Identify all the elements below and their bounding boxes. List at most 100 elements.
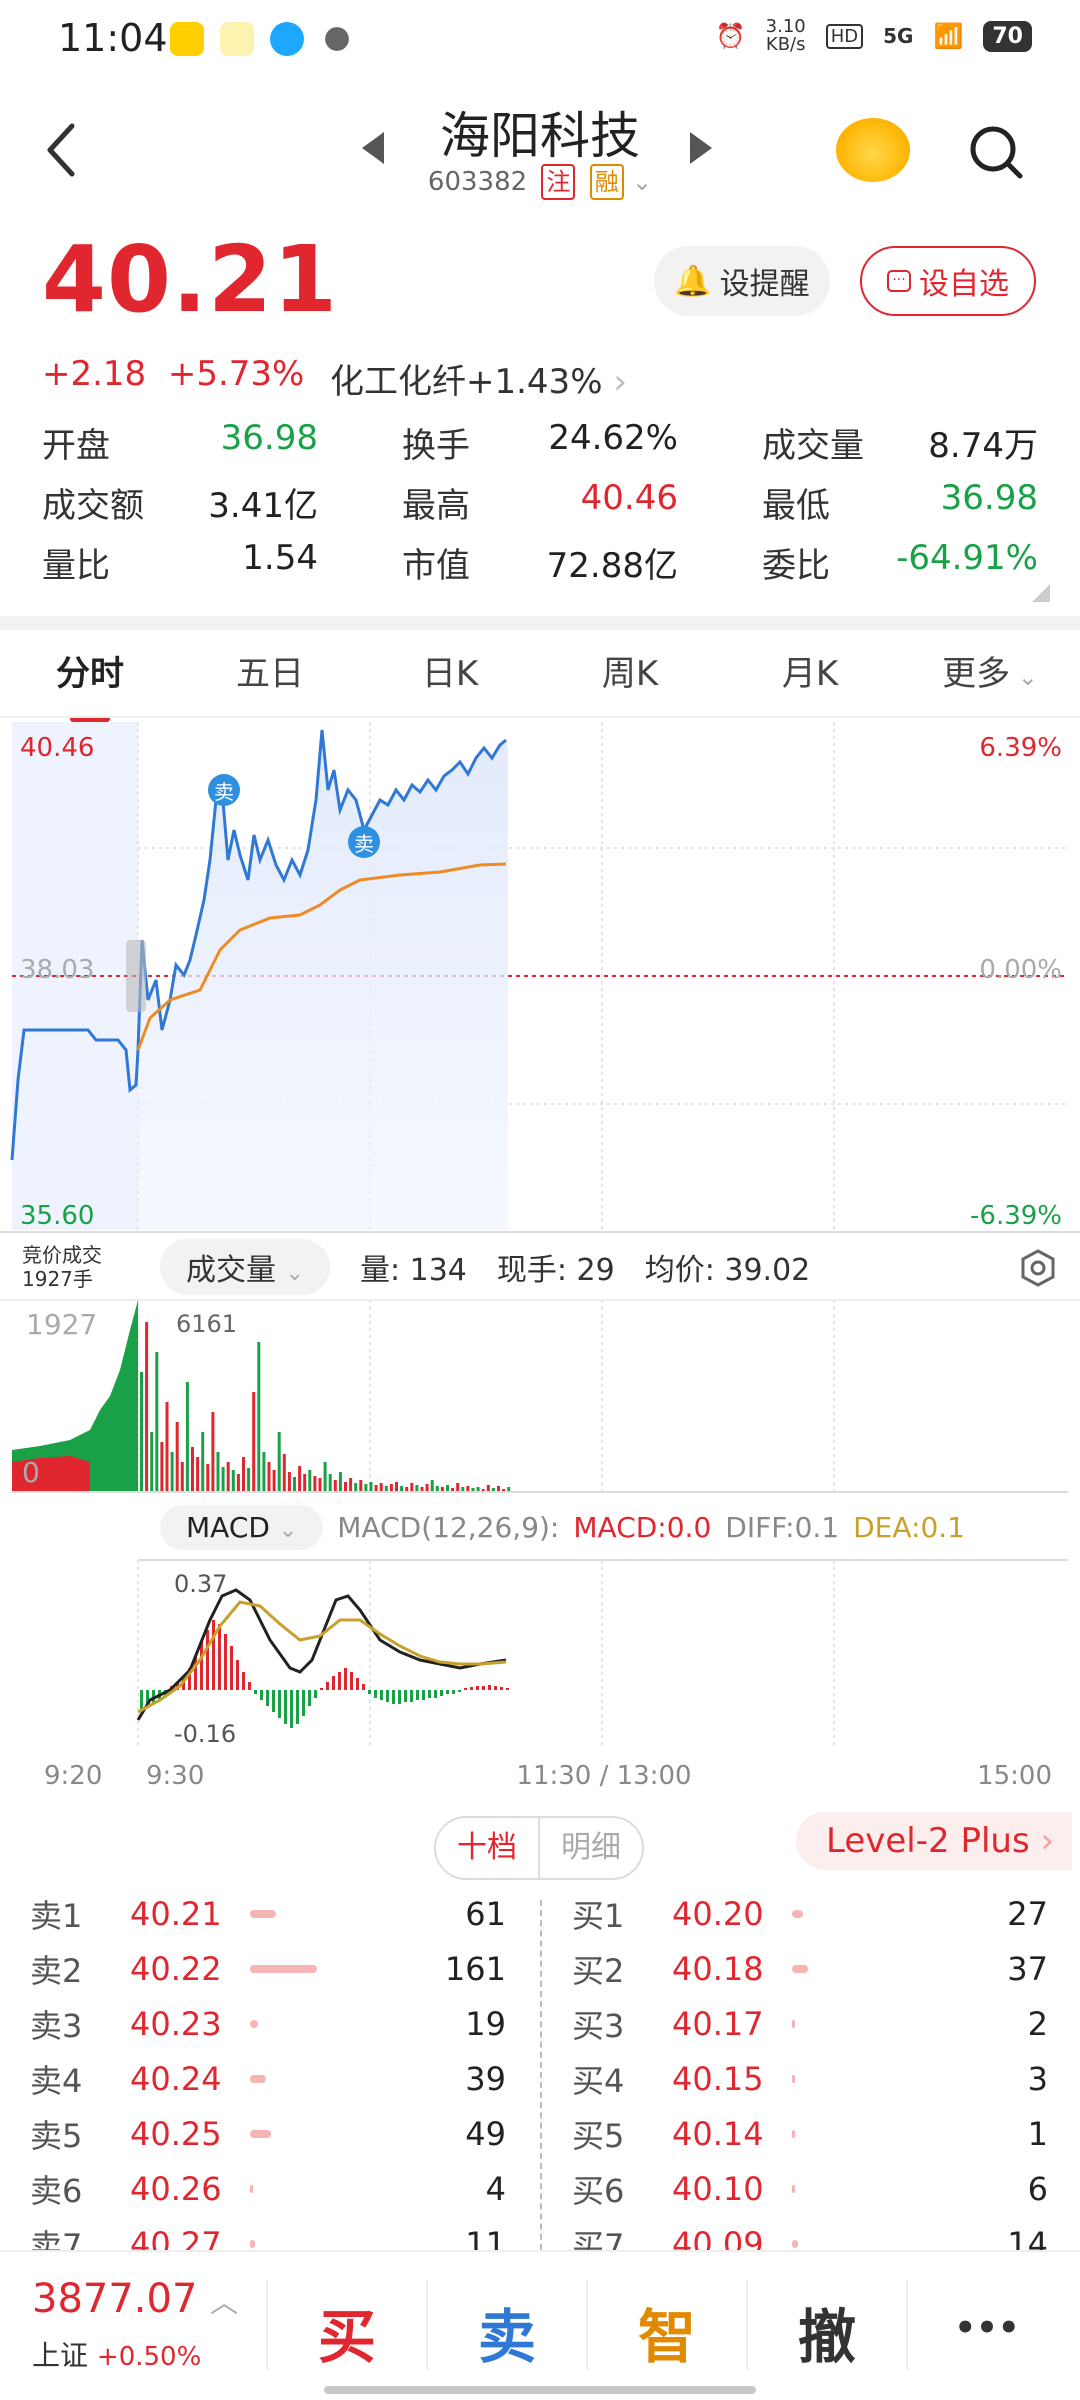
time-axis-label: 9:30	[146, 1761, 204, 1788]
macd-bar	[332, 1676, 335, 1690]
volume-bars	[140, 1322, 511, 1492]
search-icon[interactable]	[966, 122, 1026, 182]
order-book-toggle: 十档 明细	[434, 1816, 644, 1880]
level-volume-bar	[250, 2239, 255, 2248]
macd-bar	[242, 1672, 245, 1690]
sell-marker-text: 卖	[214, 780, 234, 804]
ask-row[interactable]: 卖5 40.25 49	[30, 2106, 506, 2161]
tab-details[interactable]: 明细	[540, 1818, 642, 1878]
stat-cell: 最高 40.46	[402, 478, 678, 527]
macd-bar	[446, 1690, 449, 1694]
macd-grid	[137, 1560, 835, 1748]
cancel-order-button[interactable]: 撤	[748, 2290, 906, 2374]
stat-value: 36.98	[940, 477, 1038, 518]
macd-bar	[140, 1690, 143, 1710]
mascot-icon[interactable]	[836, 118, 910, 182]
stat-row: 开盘 36.98 换手 24.62% 成交量 8.74万	[42, 412, 1038, 472]
ask-row[interactable]: 卖2 40.22 161	[30, 1941, 506, 1996]
volume-left-max: 1927	[26, 1308, 97, 1341]
volume-selector[interactable]: 成交量 ⌄	[160, 1239, 330, 1295]
stat-value: 8.74万	[928, 425, 1038, 466]
macd-bar	[218, 1624, 221, 1690]
level-price: 40.22	[130, 1949, 222, 1988]
tab-2[interactable]: 日K	[360, 640, 540, 716]
price-area	[138, 730, 508, 1230]
volume-bar	[364, 1484, 368, 1492]
macd-bar	[368, 1690, 371, 1694]
pct-low-label: -6.39%	[970, 1201, 1062, 1231]
volume-bar	[354, 1483, 358, 1492]
volume-bar	[430, 1480, 434, 1492]
tab-label: 月K	[781, 654, 839, 694]
bid-row[interactable]: 买1 40.20 27	[572, 1886, 1048, 1941]
more-menu-button[interactable]: •••	[908, 2308, 1066, 2348]
index-value[interactable]: 3877.07 ︿	[32, 2276, 238, 2322]
macd-bar	[428, 1690, 431, 1698]
level2-plus-button[interactable]: Level-2 Plus ›	[796, 1812, 1072, 1870]
status-time: 11:04	[58, 16, 168, 60]
tab-ten-levels[interactable]: 十档	[436, 1818, 540, 1878]
stat-row: 量比 1.54 市值 72.88亿 委比 -64.91%	[42, 532, 1038, 592]
home-indicator[interactable]	[324, 2386, 756, 2394]
buy-button[interactable]: 买	[268, 2290, 426, 2374]
price-change: +2.18 +5.73%	[42, 354, 304, 394]
volume-bar	[236, 1474, 240, 1492]
dea-line	[137, 1600, 507, 1714]
ask-row[interactable]: 卖3 40.23 19	[30, 1996, 506, 2051]
volume-bar	[242, 1457, 245, 1492]
level-price: 40.23	[130, 2004, 222, 2043]
sell-button[interactable]: 卖	[428, 2290, 586, 2374]
stock-code-row[interactable]: 603382 注 融 ⌄	[0, 164, 1080, 200]
level-label: 卖6	[30, 2171, 83, 2210]
tab-4[interactable]: 月K	[720, 640, 900, 716]
time-axis-label: 11:30 / 13:00	[516, 1761, 691, 1788]
scrub-handle[interactable]	[126, 940, 146, 1012]
level-label: 卖3	[30, 2006, 83, 2045]
tab-label: 周K	[601, 654, 659, 694]
auction-volume-label: 1927手	[22, 1267, 93, 1291]
chevron-down-icon: ⌄	[285, 1261, 304, 1286]
macd-bar	[212, 1620, 215, 1690]
tab-5[interactable]: 更多 ⌄	[900, 640, 1080, 716]
stat-value: 36.98	[220, 417, 318, 458]
stat-label: 委比	[762, 545, 830, 586]
macd-bar	[314, 1690, 317, 1698]
bid-row[interactable]: 买4 40.15 3	[572, 2051, 1048, 2106]
sector-percent: +1.43%	[466, 362, 603, 402]
stat-label: 市值	[402, 545, 470, 586]
bid-row[interactable]: 买5 40.14 1	[572, 2106, 1048, 2161]
tab-0[interactable]: 分时	[0, 640, 180, 716]
bid-row[interactable]: 买6 40.10 6	[572, 2161, 1048, 2216]
bid-row[interactable]: 买3 40.17 2	[572, 1996, 1048, 2051]
tab-1[interactable]: 五日	[180, 640, 360, 716]
volume-bar	[211, 1412, 215, 1492]
app-notification-icon	[170, 22, 204, 56]
smart-order-button[interactable]: 智	[588, 2290, 746, 2374]
bid-row[interactable]: 买2 40.18 37	[572, 1941, 1048, 1996]
stat-label: 开盘	[42, 425, 110, 466]
settings-icon[interactable]	[1018, 1248, 1058, 1288]
set-alert-button[interactable]: 🔔 设提醒	[654, 246, 830, 316]
level-label: 卖5	[30, 2116, 83, 2155]
level-volume: 3	[1027, 2059, 1048, 2098]
signal-icon: 5G	[883, 24, 914, 48]
level-price: 40.15	[672, 2059, 764, 2098]
ask-row[interactable]: 卖4 40.24 39	[30, 2051, 506, 2106]
level-volume-bar	[792, 2074, 795, 2083]
expand-corner-icon[interactable]	[1032, 584, 1050, 602]
ask-row[interactable]: 卖6 40.26 4	[30, 2161, 506, 2216]
level-volume: 19	[465, 2004, 506, 2043]
sector-link[interactable]: 化工化纤+1.43% ›	[330, 354, 627, 403]
volume-bar	[185, 1382, 189, 1492]
macd-bar	[374, 1690, 377, 1698]
volume-bar	[262, 1452, 266, 1492]
macd-bar	[350, 1672, 353, 1690]
next-stock-icon[interactable]	[690, 132, 712, 164]
macd-selector[interactable]: MACD ⌄	[160, 1504, 324, 1550]
macd-info-row: MACD ⌄ MACD(12,26,9): MACD:0.0 DIFF:0.1 …	[160, 1500, 965, 1554]
tab-3[interactable]: 周K	[540, 640, 720, 716]
ask-row[interactable]: 卖1 40.21 61	[30, 1886, 506, 1941]
stat-cell: 市值 72.88亿	[402, 538, 678, 587]
add-watchlist-button[interactable]: ··· 设自选	[860, 246, 1036, 316]
level-label: 买3	[572, 2006, 625, 2045]
